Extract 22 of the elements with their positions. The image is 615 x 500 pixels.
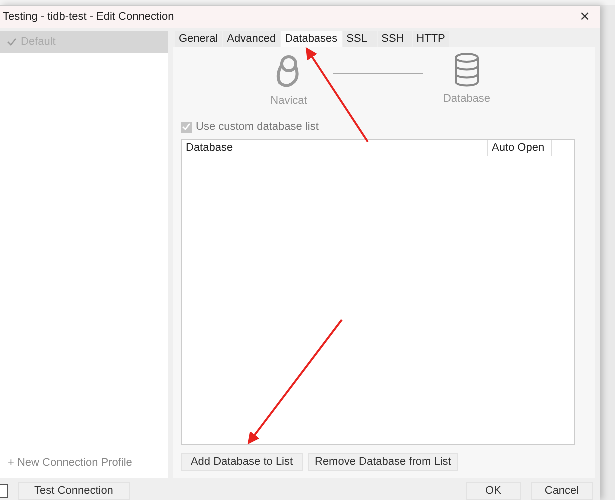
remove-database-button[interactable]: Remove Database from List: [308, 453, 458, 471]
cancel-button[interactable]: Cancel: [531, 482, 593, 500]
tab[interactable]: Advanced: [223, 31, 280, 47]
column-header: Database: [182, 140, 488, 156]
new-profile-link[interactable]: + New Connection Profile: [0, 457, 168, 478]
close-button[interactable]: ×: [574, 8, 596, 26]
test-connection-button[interactable]: Test Connection: [18, 482, 130, 500]
database-label: Database: [443, 93, 491, 105]
tab[interactable]: HTTP: [412, 31, 450, 47]
ok-button[interactable]: OK: [466, 482, 521, 500]
column-header: Auto Open: [488, 140, 552, 156]
checkmark-icon: [7, 38, 17, 46]
add-database-button[interactable]: Add Database to List: [181, 453, 303, 471]
document-icon[interactable]: [0, 484, 8, 498]
navicat-label: Navicat: [270, 95, 308, 107]
tab[interactable]: General: [175, 31, 222, 47]
tab[interactable]: Databases: [281, 31, 342, 47]
window-title: Testing - tidb-test - Edit Connection: [3, 11, 174, 23]
checkbox-label: Use custom database list: [196, 121, 319, 133]
database-icon: [454, 53, 480, 87]
tab[interactable]: SSL: [342, 31, 377, 47]
tab[interactable]: SSH: [378, 31, 412, 47]
